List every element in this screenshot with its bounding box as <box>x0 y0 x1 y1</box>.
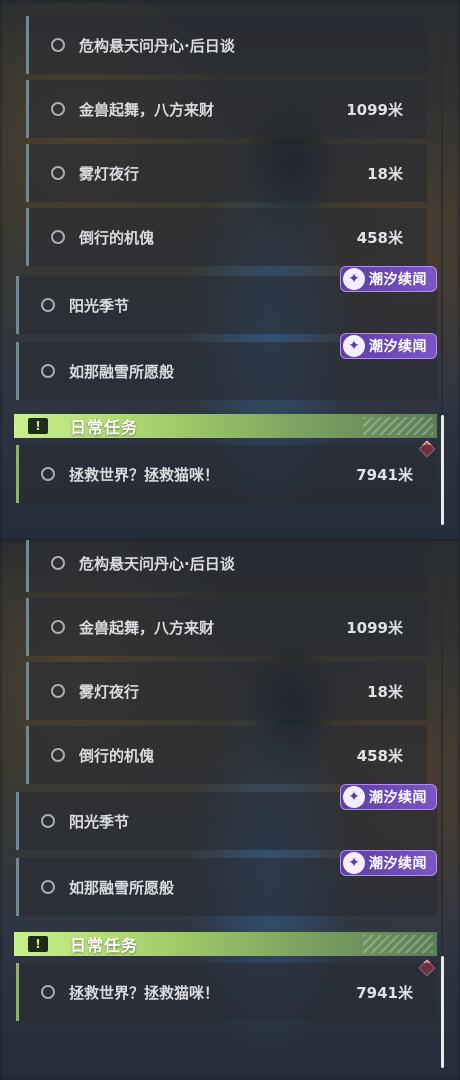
quest-label: 金兽起舞，八方来财 <box>79 618 215 637</box>
quest-status-circle-icon <box>51 556 65 570</box>
quest-label: 金兽起舞，八方来财 <box>79 100 215 119</box>
quest-status-circle-icon <box>51 748 65 762</box>
quest-item[interactable]: 金兽起舞，八方来财 1099米 <box>26 80 427 138</box>
badge-label: 潮汐续闻 <box>369 339 427 355</box>
quest-status-circle-icon <box>51 166 65 180</box>
alert-icon: ! <box>28 936 48 952</box>
quest-label: 如那融雪所愿般 <box>69 362 175 381</box>
alert-icon: ! <box>28 418 48 434</box>
quest-label: 雾灯夜行 <box>79 164 140 183</box>
quest-label: 拯救世界？拯救猫咪！ <box>69 465 220 484</box>
tide-swirl-icon: ✦ <box>343 335 365 357</box>
daily-quest-item[interactable]: 拯救世界？拯救猫咪！ 7941米 <box>16 445 437 503</box>
quest-status-circle-icon <box>51 38 65 52</box>
quest-distance: 18米 <box>367 682 403 701</box>
quest-status-circle-icon <box>41 364 55 378</box>
daily-quests-title: 日常任务 <box>70 418 139 437</box>
daily-quests-title: 日常任务 <box>70 936 139 955</box>
header-stripes <box>363 935 433 953</box>
quest-status-circle-icon <box>41 298 55 312</box>
quest-distance: 458米 <box>356 746 403 765</box>
daily-quests-header[interactable]: ! 日常任务 <box>14 414 437 438</box>
quest-status-circle-icon <box>51 230 65 244</box>
quest-label: 倒行的机傀 <box>79 746 155 765</box>
quest-item[interactable]: 倒行的机傀 458米 <box>26 208 427 266</box>
quest-status-circle-icon <box>51 102 65 116</box>
quest-status-circle-icon <box>41 985 55 999</box>
scrollbar-thumb[interactable] <box>441 956 444 1068</box>
quest-distance: 1099米 <box>346 100 403 119</box>
quest-label: 阳光季节 <box>69 812 130 831</box>
quest-item[interactable]: 雾灯夜行 18米 <box>26 662 427 720</box>
quest-item[interactable]: 雾灯夜行 18米 <box>26 144 427 202</box>
scrollbar-thumb[interactable] <box>441 415 444 525</box>
tide-story-badge: ✦ 潮汐续闻 <box>340 850 437 876</box>
badge-label: 潮汐续闻 <box>369 856 427 872</box>
quest-status-circle-icon <box>51 684 65 698</box>
tide-swirl-icon: ✦ <box>343 852 365 874</box>
tide-story-badge: ✦ 潮汐续闻 <box>340 784 437 810</box>
daily-quests-header[interactable]: ! 日常任务 <box>14 932 437 956</box>
quest-status-circle-icon <box>41 467 55 481</box>
tide-story-badge: ✦ 潮汐续闻 <box>340 333 437 359</box>
quest-item[interactable]: 危构悬天问丹心·后日谈 <box>26 540 427 592</box>
tide-swirl-icon: ✦ <box>343 786 365 808</box>
quest-panel-top: 危构悬天问丹心·后日谈 金兽起舞，八方来财 1099米 雾灯夜行 18米 倒行的… <box>0 0 460 540</box>
tide-story-badge: ✦ 潮汐续闻 <box>340 266 437 292</box>
badge-label: 潮汐续闻 <box>369 790 427 806</box>
quest-distance: 7941米 <box>356 983 413 1002</box>
quest-label: 阳光季节 <box>69 296 130 315</box>
quest-status-circle-icon <box>41 814 55 828</box>
badge-label: 潮汐续闻 <box>369 272 427 288</box>
quest-label: 如那融雪所愿般 <box>69 878 175 897</box>
quest-distance: 1099米 <box>346 618 403 637</box>
quest-label: 雾灯夜行 <box>79 682 140 701</box>
quest-item[interactable]: 危构悬天问丹心·后日谈 <box>26 16 427 74</box>
quest-label: 拯救世界？拯救猫咪！ <box>69 983 220 1002</box>
quest-distance: 18米 <box>367 164 403 183</box>
daily-quest-item[interactable]: 拯救世界？拯救猫咪！ 7941米 <box>16 963 437 1021</box>
quest-distance: 7941米 <box>356 465 413 484</box>
quest-status-circle-icon <box>41 880 55 894</box>
quest-label: 危构悬天问丹心·后日谈 <box>79 554 235 573</box>
header-stripes <box>363 417 433 435</box>
quest-status-circle-icon <box>51 620 65 634</box>
quest-item[interactable]: 金兽起舞，八方来财 1099米 <box>26 598 427 656</box>
tide-swirl-icon: ✦ <box>343 268 365 290</box>
quest-item[interactable]: 倒行的机傀 458米 <box>26 726 427 784</box>
quest-distance: 458米 <box>356 228 403 247</box>
quest-label: 危构悬天问丹心·后日谈 <box>79 36 235 55</box>
quest-label: 倒行的机傀 <box>79 228 155 247</box>
quest-panel-bottom: 危构悬天问丹心·后日谈 金兽起舞，八方来财 1099米 雾灯夜行 18米 倒行的… <box>0 540 460 1080</box>
